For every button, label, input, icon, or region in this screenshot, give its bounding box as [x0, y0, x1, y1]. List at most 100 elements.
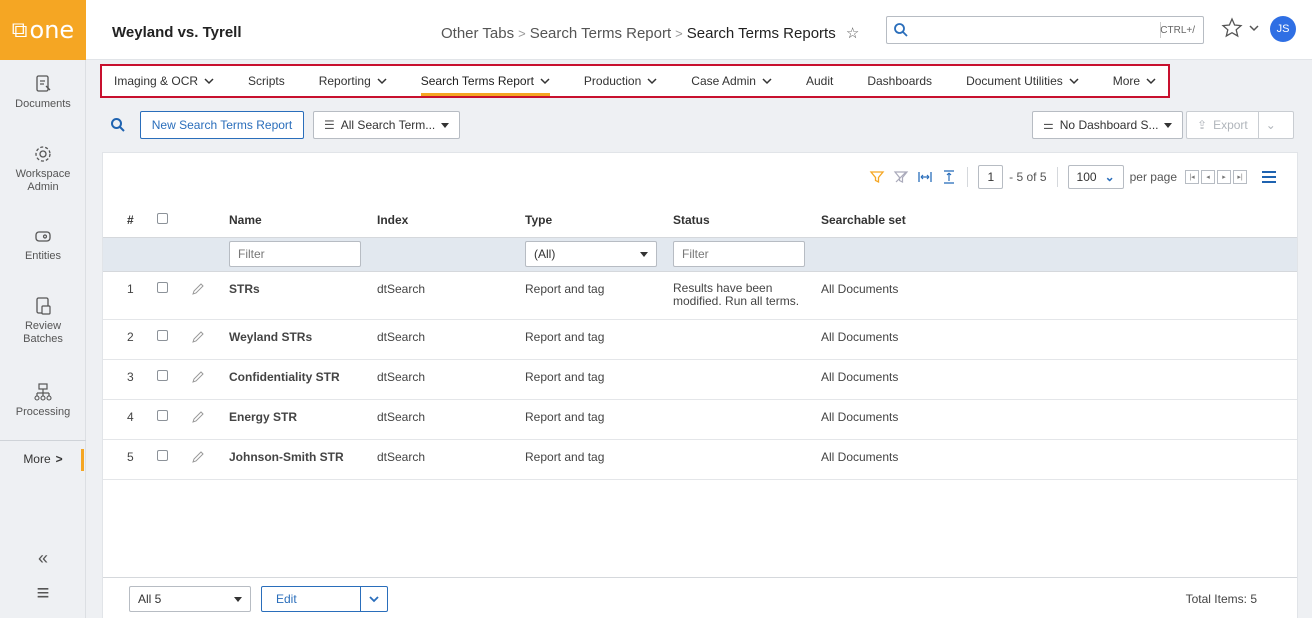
name-filter-input[interactable]: Filter [229, 241, 361, 267]
tab-search-terms-report[interactable]: Search Terms Report [420, 66, 551, 96]
report-name-link[interactable]: Confidentiality STR [221, 359, 369, 400]
tab-document-utilities[interactable]: Document Utilities [966, 66, 1079, 96]
row-number: 2 [103, 319, 149, 360]
row-edit[interactable] [183, 439, 221, 480]
type-cell: Report and tag [517, 439, 665, 480]
pager-divider [967, 167, 969, 187]
pencil-icon[interactable] [191, 410, 205, 424]
view-select[interactable]: ☰ All Search Term... [313, 111, 461, 139]
row-checkbox[interactable] [149, 399, 183, 440]
rail-item-processing[interactable]: Processing [0, 382, 86, 419]
search-icon[interactable] [110, 117, 126, 133]
column-header-index[interactable]: Index [369, 203, 517, 238]
report-name-link[interactable]: Energy STR [221, 399, 369, 440]
pencil-icon[interactable] [191, 330, 205, 344]
row-checkbox[interactable] [149, 271, 183, 320]
row-number: 3 [103, 359, 149, 400]
favorites-star-icon[interactable] [1220, 16, 1244, 40]
rail-label: Workspace Admin [15, 168, 71, 193]
user-avatar[interactable]: JS [1270, 16, 1296, 42]
page-number-input[interactable]: 1 [978, 165, 1004, 189]
tab-more[interactable]: More [1113, 66, 1156, 96]
bottom-bar: All 5 Edit Total Items: 5 [103, 577, 1297, 618]
fit-height-icon[interactable] [941, 169, 957, 185]
rail-item-documents[interactable]: Documents [0, 74, 86, 111]
status-filter-input[interactable]: Filter [673, 241, 805, 267]
rail-menu-button[interactable]: ≡ [0, 580, 86, 606]
chevron-down-icon[interactable] [1248, 22, 1260, 34]
table-row[interactable]: 5 Johnson-Smith STR dtSearch Report and tag… [103, 439, 1297, 480]
table-row[interactable]: 3 Confidentiality STR dtSearch Report and t… [103, 359, 1297, 400]
rail-more-button[interactable]: More > [0, 440, 86, 476]
column-header-number[interactable]: # [103, 203, 149, 238]
pencil-icon[interactable] [191, 450, 205, 464]
export-button[interactable]: ⇪ Export ⌄ [1186, 111, 1294, 139]
rail-more-indicator [81, 449, 84, 471]
rail-item-workspace-admin[interactable]: Workspace Admin [0, 144, 86, 194]
row-checkbox[interactable] [149, 439, 183, 480]
global-search-input[interactable]: CTRL+/ [886, 16, 1204, 44]
row-checkbox[interactable] [149, 359, 183, 400]
table-row[interactable]: 1 STRs dtSearch Report and tag Results have … [103, 271, 1297, 320]
filter-icon[interactable] [869, 169, 885, 185]
status-cell [665, 439, 813, 480]
table-row[interactable]: 4 Energy STR dtSearch Report and tag All Doc… [103, 399, 1297, 440]
hamburger-menu-icon[interactable] [1261, 170, 1277, 184]
breadcrumb-item[interactable]: Other Tabs [441, 25, 514, 42]
first-page-icon[interactable]: |◂ [1185, 170, 1199, 184]
tab-scripts[interactable]: Scripts [248, 66, 285, 96]
column-header-type[interactable]: Type [517, 203, 665, 238]
sliders-icon: ⚌ [1043, 118, 1054, 132]
caret-down-icon [234, 596, 242, 602]
tab-case-admin[interactable]: Case Admin [691, 66, 772, 96]
review-batches-icon [36, 297, 51, 315]
row-edit[interactable] [183, 359, 221, 400]
header: Weyland vs. Tyrell Other Tabs > Search Ter… [86, 0, 1312, 60]
tab-production[interactable]: Production [584, 66, 657, 96]
pencil-icon[interactable] [191, 370, 205, 384]
type-filter-select[interactable]: (All) [525, 241, 657, 267]
clear-filter-icon[interactable] [893, 169, 909, 185]
tab-dashboards[interactable]: Dashboards [867, 66, 932, 96]
app-logo[interactable]: ⧉ one [0, 0, 86, 60]
pencil-icon[interactable] [191, 282, 205, 296]
new-search-terms-report-button[interactable]: New Search Terms Report [140, 111, 304, 139]
next-page-icon[interactable]: ▸ [1217, 170, 1231, 184]
per-page-select[interactable]: 100 ⌄ [1067, 165, 1124, 189]
rail-label: Documents [15, 98, 71, 110]
breadcrumb-item[interactable]: Search Terms Report [530, 25, 671, 42]
report-name-link[interactable]: STRs [221, 271, 369, 320]
report-name-link[interactable]: Johnson-Smith STR [221, 439, 369, 480]
prev-page-icon[interactable]: ◂ [1201, 170, 1215, 184]
selection-scope-select[interactable]: All 5 [129, 586, 251, 612]
last-page-icon[interactable]: ▸| [1233, 170, 1247, 184]
chevron-down-icon[interactable]: ⌄ [1266, 118, 1276, 132]
tab-audit[interactable]: Audit [806, 66, 833, 96]
collapse-rail-button[interactable]: « [0, 548, 86, 569]
fit-width-icon[interactable] [917, 169, 933, 185]
column-header-name[interactable]: Name [221, 203, 369, 238]
tab-imaging-ocr[interactable]: Imaging & OCR [114, 66, 214, 96]
rail-item-entities[interactable]: Entities [0, 226, 86, 263]
type-filter-value: (All) [534, 247, 556, 261]
tab-label: Production [583, 74, 642, 88]
row-checkbox[interactable] [149, 319, 183, 360]
column-header-status[interactable]: Status [665, 203, 813, 238]
workspace-title[interactable]: Weyland vs. Tyrell [112, 24, 242, 41]
report-name-link[interactable]: Weyland STRs [221, 319, 369, 360]
index-cell: dtSearch [369, 399, 517, 440]
column-header-searchable-set[interactable]: Searchable set [813, 203, 1297, 238]
row-edit[interactable] [183, 399, 221, 440]
edit-dropdown-button[interactable] [360, 586, 388, 612]
index-cell: dtSearch [369, 439, 517, 480]
tab-reporting[interactable]: Reporting [319, 66, 387, 96]
select-all-checkbox[interactable] [149, 203, 183, 238]
row-edit[interactable] [183, 271, 221, 320]
row-edit[interactable] [183, 319, 221, 360]
rail-item-review-batches[interactable]: Review Batches [0, 296, 86, 346]
table-row[interactable]: 2 Weyland STRs dtSearch Report and tag All D… [103, 319, 1297, 360]
edit-button[interactable]: Edit [261, 586, 361, 612]
dashboard-select[interactable]: ⚌ No Dashboard S... [1032, 111, 1184, 139]
grid-panel: 1 - 5 of 5 100 ⌄ per page |◂ ◂ ▸ ▸| # Nam… [102, 152, 1298, 618]
favorite-star-icon[interactable]: ☆ [846, 25, 859, 42]
